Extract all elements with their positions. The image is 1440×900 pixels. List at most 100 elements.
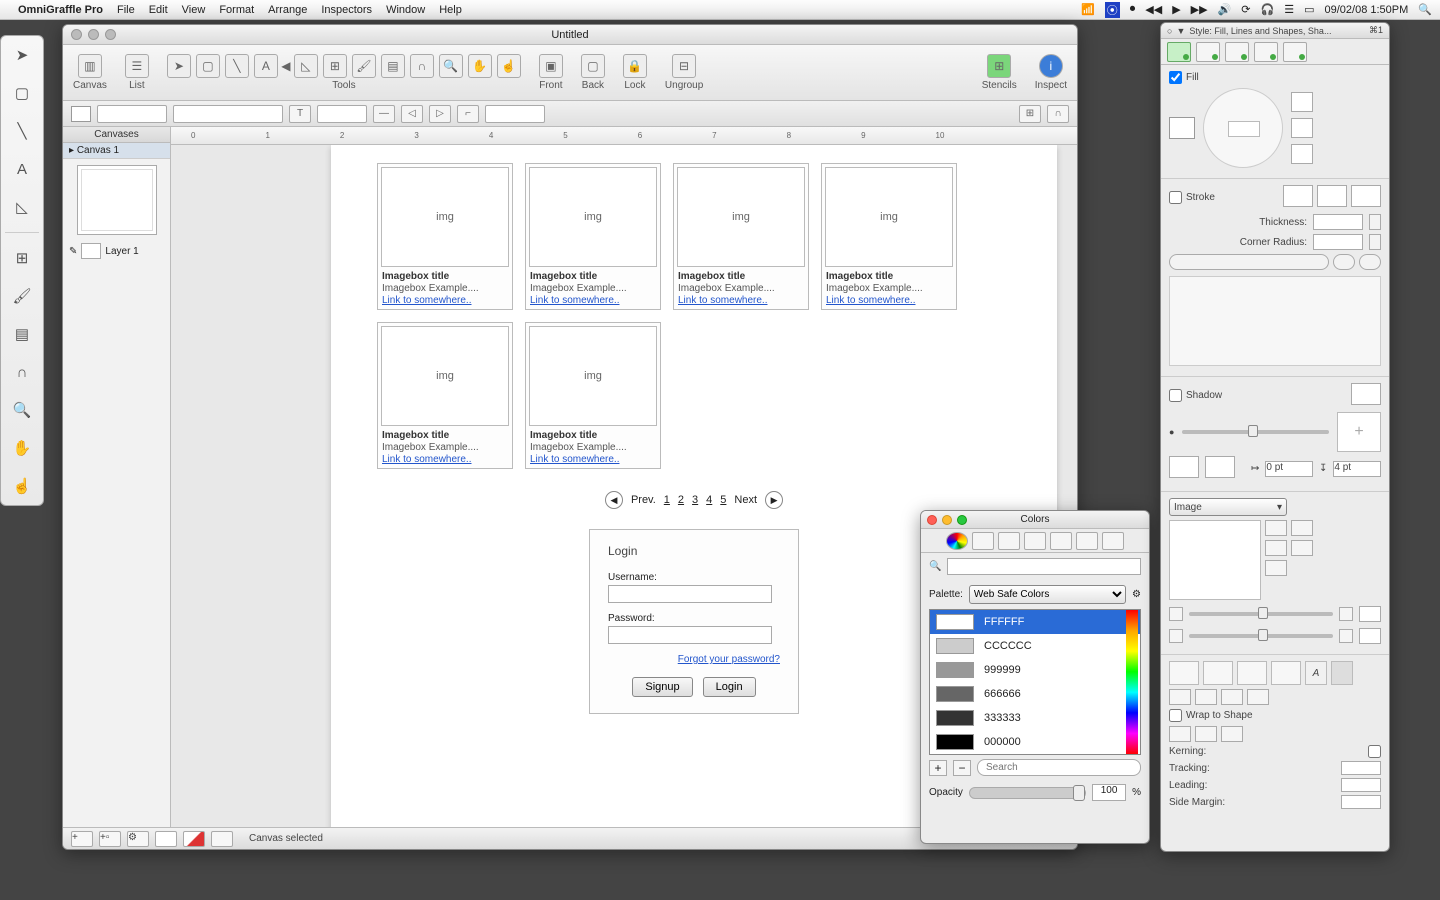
image-opacity-slider[interactable]	[1189, 612, 1333, 616]
color-image-icon[interactable]	[1024, 532, 1046, 550]
page-5[interactable]: 5	[720, 494, 726, 506]
imagebox-link[interactable]: Link to somewhere..	[378, 294, 512, 309]
menu-window[interactable]: Window	[386, 4, 425, 16]
line-style[interactable]	[1333, 254, 1355, 270]
colors-titlebar[interactable]: Colors	[921, 511, 1149, 529]
shadow-y-input[interactable]: 4 pt	[1333, 461, 1381, 477]
style-swatch-1[interactable]	[155, 831, 177, 847]
text-tool-icon[interactable]: A	[9, 156, 35, 182]
size-dropdown[interactable]	[317, 105, 367, 123]
tool-pen-icon[interactable]: ◺	[294, 54, 318, 78]
tab-shadow-icon[interactable]	[1225, 42, 1249, 62]
tool-hand-icon[interactable]: ✋	[468, 54, 492, 78]
tool-rect-icon[interactable]: ▢	[196, 54, 220, 78]
add-color-icon[interactable]: +	[929, 760, 947, 776]
corners-icon[interactable]: ⌐	[457, 105, 479, 123]
style-brush-tool-icon[interactable]: 🖌	[9, 283, 35, 309]
image-fit-2-icon[interactable]	[1265, 540, 1287, 556]
leading-input[interactable]	[1341, 778, 1381, 792]
play-icon[interactable]: ▶	[1172, 3, 1180, 16]
line-end-left[interactable]	[1169, 254, 1329, 270]
zoom-tool-icon[interactable]: 🔍	[9, 397, 35, 423]
page-4[interactable]: 4	[706, 494, 712, 506]
text-preset-3[interactable]	[1237, 661, 1267, 685]
valign-top-icon[interactable]	[1169, 726, 1191, 742]
fill-mode-3-icon[interactable]	[1291, 144, 1313, 164]
lock-button[interactable]: 🔒 Lock	[623, 54, 647, 91]
hand-tool-icon[interactable]: ✋	[9, 435, 35, 461]
tool-select-icon[interactable]: ➤	[167, 54, 191, 78]
display-icon[interactable]: ▭	[1304, 3, 1314, 16]
shadow-blur-slider[interactable]	[1182, 430, 1329, 434]
wifi-icon[interactable]: 📶	[1081, 3, 1095, 16]
volume-icon[interactable]: 🔊	[1218, 3, 1232, 16]
list-button[interactable]: ☰ List	[125, 54, 149, 91]
palette-select[interactable]: Web Safe Colors	[969, 585, 1126, 604]
imagebox-link[interactable]: Link to somewhere..	[822, 294, 956, 309]
image-fit-3-icon[interactable]	[1265, 560, 1287, 576]
color-sliders-icon[interactable]	[972, 532, 994, 550]
selection-tool-icon[interactable]: ➤	[9, 42, 35, 68]
align-left-icon[interactable]: T	[289, 105, 311, 123]
thickness-input[interactable]	[1313, 214, 1363, 230]
fill-color-well[interactable]	[1169, 117, 1195, 139]
color-item[interactable]: 333333	[930, 706, 1140, 730]
imagebox-link[interactable]: Link to somewhere..	[526, 294, 660, 309]
next-icon[interactable]: ▶	[765, 491, 783, 509]
forward-icon[interactable]: ▶▶	[1191, 3, 1208, 16]
rewind-icon[interactable]: ◀◀	[1145, 3, 1162, 16]
window-titlebar[interactable]: Untitled	[63, 25, 1077, 45]
line-tool-icon[interactable]: ╲	[9, 118, 35, 144]
canvas-name-row[interactable]: ▸ Canvas 1	[63, 143, 170, 159]
shape-dropdown[interactable]	[97, 105, 167, 123]
shadow-color-well[interactable]	[1351, 383, 1381, 405]
forgot-password-link[interactable]: Forgot your password?	[608, 654, 780, 665]
wrap-checkbox[interactable]	[1169, 709, 1182, 722]
corner-input[interactable]	[1313, 234, 1363, 250]
imagebox-card[interactable]: img Imagebox title Imagebox Example.... …	[821, 163, 957, 310]
add-canvas-icon[interactable]: +	[71, 831, 93, 847]
tab-lines-icon[interactable]	[1196, 42, 1220, 62]
text-color-well[interactable]	[1331, 661, 1353, 685]
thickness-stepper[interactable]	[1369, 214, 1381, 230]
username-field[interactable]	[608, 585, 772, 603]
scale-value[interactable]	[1359, 628, 1381, 644]
imagebox-card[interactable]: img Imagebox title Imagebox Example.... …	[525, 322, 661, 469]
fill-direction-wheel[interactable]	[1203, 88, 1283, 168]
color-item[interactable]: 666666	[930, 682, 1140, 706]
imagebox-card[interactable]: img Imagebox title Imagebox Example.... …	[525, 163, 661, 310]
camera-icon[interactable]: ⏺	[1130, 3, 1136, 16]
imagebox-card[interactable]: img Imagebox title Imagebox Example.... …	[377, 163, 513, 310]
colors-min-icon[interactable]	[942, 515, 952, 525]
canvas-button[interactable]: ▥ Canvas	[73, 54, 107, 91]
rubber-stamp-tool-icon[interactable]: ▤	[9, 321, 35, 347]
color-item[interactable]: FFFFFF	[930, 610, 1140, 634]
menu-view[interactable]: View	[182, 4, 206, 16]
snap-icon[interactable]: ∩	[1047, 105, 1069, 123]
style-swatch-2[interactable]	[183, 831, 205, 847]
color-search-input[interactable]	[947, 558, 1141, 575]
back-button[interactable]: ▢ Back	[581, 54, 605, 91]
stroke-dropdown[interactable]	[485, 105, 545, 123]
shadow-mode-1-icon[interactable]	[1169, 456, 1199, 478]
imagebox-link[interactable]: Link to somewhere..	[378, 453, 512, 468]
tool-brush-icon[interactable]: 🖌	[352, 54, 376, 78]
color-extra2-icon[interactable]	[1102, 532, 1124, 550]
menu-inspectors[interactable]: Inspectors	[321, 4, 372, 16]
align-left-icon[interactable]	[1169, 689, 1191, 705]
color-palettes-icon[interactable]	[998, 532, 1020, 550]
color-item[interactable]: 999999	[930, 658, 1140, 682]
color-list[interactable]: FFFFFF CCCCCC 999999 666666 333333 00000…	[929, 609, 1141, 755]
style-close-icon[interactable]: ○	[1167, 26, 1172, 36]
grid-toggle-icon[interactable]: ⊞	[1019, 105, 1041, 123]
menu-arrange[interactable]: Arrange	[268, 4, 307, 16]
align-center-icon[interactable]	[1195, 689, 1217, 705]
menu-edit[interactable]: Edit	[149, 4, 168, 16]
page-2[interactable]: 2	[678, 494, 684, 506]
menu-help[interactable]: Help	[439, 4, 462, 16]
image-pos-v-icon[interactable]	[1291, 540, 1313, 556]
color-crayons-icon[interactable]	[1050, 532, 1072, 550]
text-preset-4[interactable]	[1271, 661, 1301, 685]
style-disclosure-icon[interactable]: ▼	[1176, 26, 1185, 36]
tab-image-icon[interactable]	[1254, 42, 1278, 62]
